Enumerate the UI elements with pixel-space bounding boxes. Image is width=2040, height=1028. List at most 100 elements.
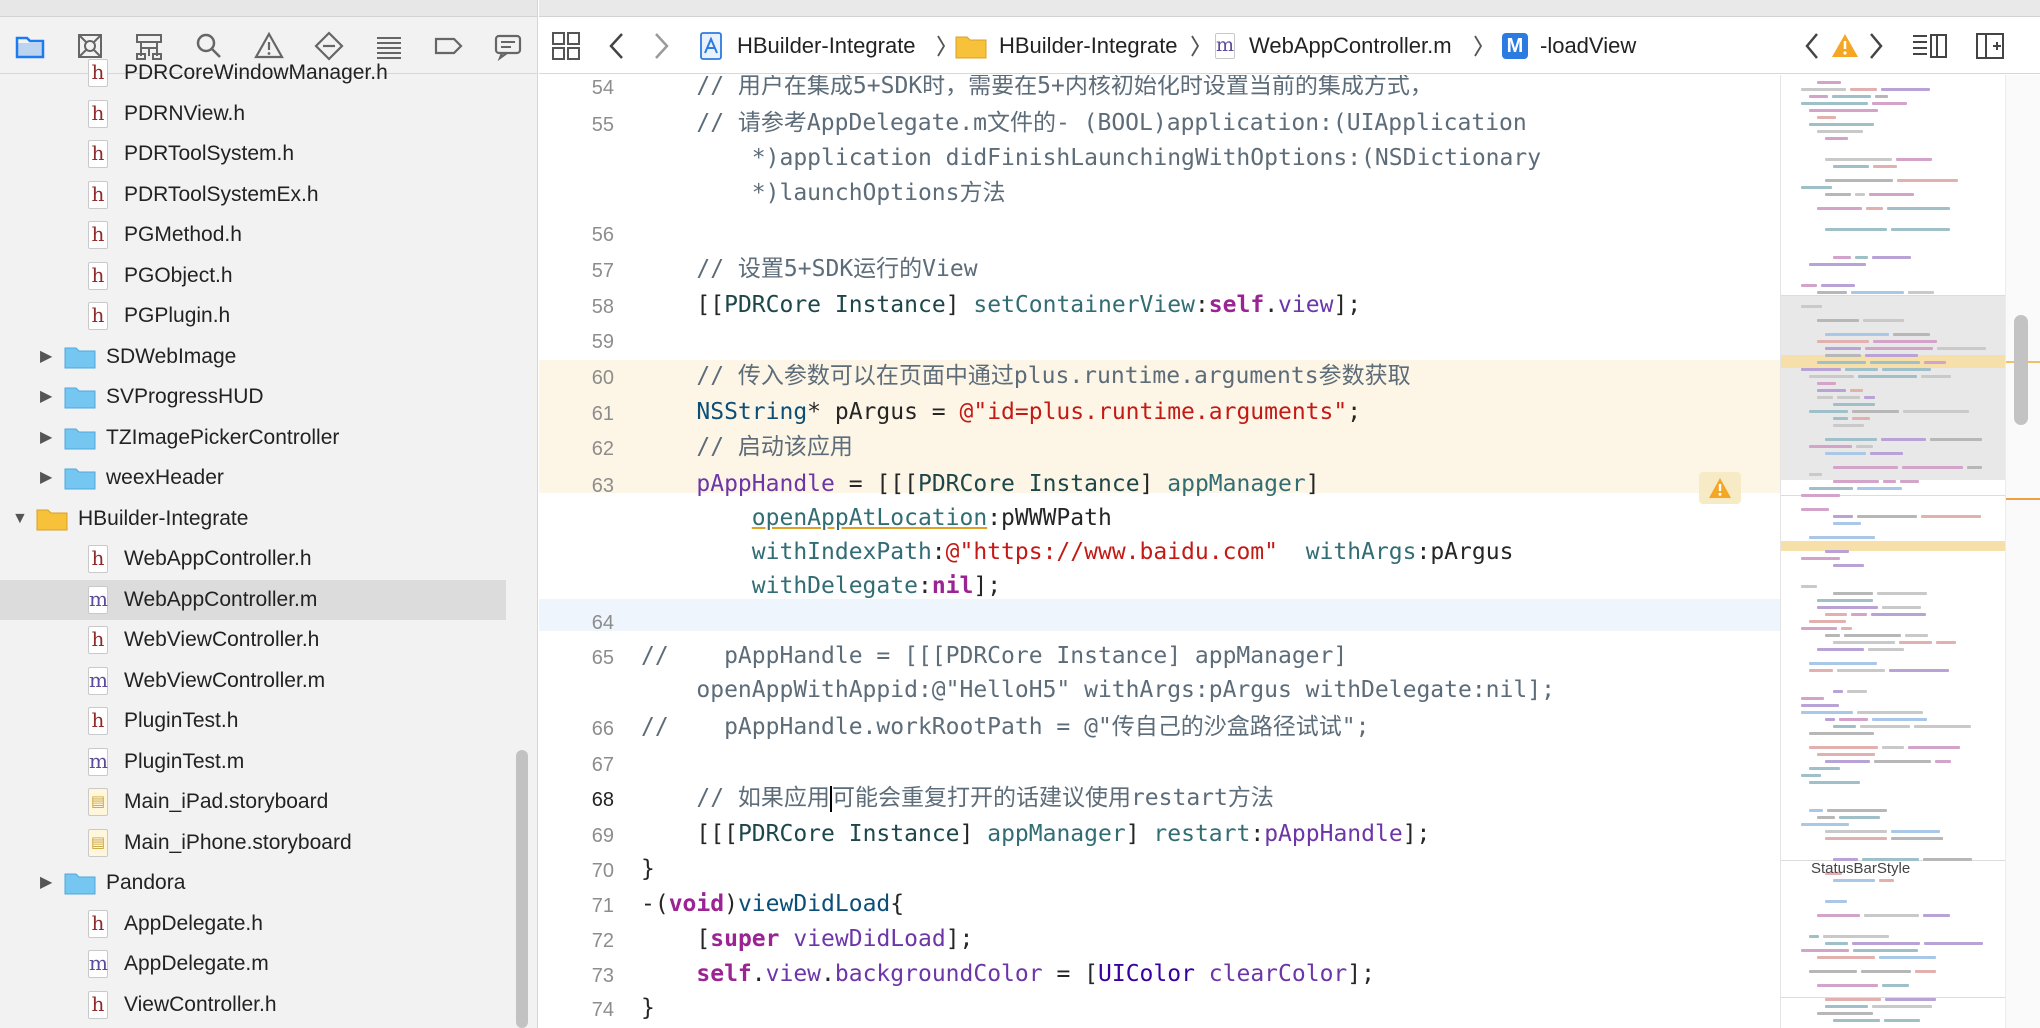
file-row[interactable]: h PGPlugin.h <box>0 296 506 336</box>
disclosure-down-icon[interactable]: ▼ <box>12 510 28 527</box>
disclosure-right-icon[interactable]: ▶ <box>40 875 56 891</box>
disclosure-right-icon[interactable]: ▶ <box>40 348 56 365</box>
file-row[interactable]: m WebViewController.m <box>0 661 506 701</box>
editor-scrollbar[interactable] <box>2005 75 2040 1028</box>
folder-row[interactable]: ▼ HBuilder-Integrate <box>0 499 506 539</box>
next-issue-chevron-icon[interactable] <box>1867 18 1885 74</box>
line-number: 57 <box>591 260 614 282</box>
file-row[interactable]: h PDRCoreWindowManager.h <box>0 53 506 93</box>
minimap-code-line <box>1891 228 1950 231</box>
window-top-edge <box>539 0 2040 17</box>
h-file-icon: h <box>88 707 108 735</box>
minimap-code-line <box>1817 816 1835 819</box>
code-line: // 传入参数可以在页面中通过plus.runtime.arguments参数获… <box>641 363 1411 389</box>
line-number: 66 <box>591 718 614 740</box>
folder-row[interactable]: ▶ TZImagePickerController <box>0 418 506 458</box>
line-number: 68 <box>591 789 614 811</box>
file-row[interactable]: h PDRToolSystem.h <box>0 134 506 174</box>
disclosure-right-icon[interactable]: ▶ <box>40 470 56 486</box>
prev-issue-chevron-icon[interactable] <box>1803 18 1821 74</box>
related-items-icon[interactable] <box>551 18 581 74</box>
minimap-code-line <box>1809 95 1828 98</box>
file-row[interactable]: h PDRToolSystemEx.h <box>0 175 506 215</box>
folder-icon <box>64 428 96 449</box>
minimap-code-line <box>1801 774 1821 777</box>
file-label: AppDelegate.h <box>124 911 263 935</box>
file-label: PGMethod.h <box>124 223 242 246</box>
line-number: 59 <box>591 331 614 353</box>
folder-row[interactable]: ▶ SDWebImage <box>0 337 506 377</box>
minimap-code-line <box>1825 830 1887 833</box>
breadcrumb-method-label: -loadView <box>1540 33 1637 58</box>
breadcrumb-method[interactable]: M -loadView <box>1502 18 1636 74</box>
minimap-code-line <box>1908 746 1960 749</box>
minimap-code-line <box>1930 438 1982 441</box>
minimap-code-line <box>1801 949 1849 952</box>
code-line: } <box>641 856 655 882</box>
folder-label: TZImagePickerController <box>106 425 340 449</box>
minimap-code-line <box>1833 725 1856 728</box>
minimap-code-line <box>1817 606 1878 609</box>
navigator-scrollbar[interactable] <box>516 750 528 1028</box>
file-row[interactable]: h PDRNView.h <box>0 94 506 134</box>
minimap-code-line <box>1837 669 1885 672</box>
file-row[interactable]: m PluginTest.m <box>0 742 506 782</box>
folder-row[interactable]: ▶ Pandora <box>0 863 506 903</box>
minimap-code-line <box>1825 354 1861 357</box>
file-row[interactable]: h ViewController.h <box>0 985 506 1025</box>
text-cursor <box>829 785 832 812</box>
file-row[interactable]: ▤ Main_iPhone.storyboard <box>0 823 506 863</box>
file-row[interactable]: ▤ Main_iPad.storyboard <box>0 782 506 822</box>
minimap-code-line <box>1839 718 1868 721</box>
minimap-code-line <box>1891 837 1943 840</box>
minimap-code-line <box>1833 256 1851 259</box>
minimap-code-line <box>1861 970 1911 973</box>
line-number: 65 <box>591 647 614 669</box>
h-file-icon: h <box>88 140 108 168</box>
disclosure-right-icon[interactable]: ▶ <box>40 429 56 446</box>
line-number: 71 <box>591 895 614 917</box>
folder-row[interactable]: ▶ weexHeader <box>0 458 506 498</box>
inline-warning-icon[interactable] <box>1699 472 1741 504</box>
minimap-code-line <box>1821 284 1855 287</box>
add-editor-icon[interactable] <box>1975 18 2005 74</box>
minimap-code-line <box>1871 613 1926 616</box>
minimap-code-line <box>1855 193 1865 196</box>
folder-row[interactable]: ▶ SVProgressHUD <box>0 377 506 417</box>
minimap-code-line <box>1809 473 1822 476</box>
code-line: NSString* pArgus = @"id=plus.runtime.arg… <box>696 399 1362 425</box>
forward-chevron-icon[interactable] <box>651 18 671 74</box>
file-label: PGPlugin.h <box>124 304 231 327</box>
issue-warning-icon[interactable] <box>1831 18 1859 74</box>
minimap-code-line <box>1817 914 1860 917</box>
minimap-code-line <box>1817 207 1862 210</box>
file-row[interactable]: h WebAppController.h <box>0 539 506 579</box>
back-chevron-icon[interactable] <box>607 18 627 74</box>
breadcrumb-project[interactable]: HBuilder-Integrate <box>699 18 916 74</box>
code-line: [[[PDRCore Instance] appManager] restart… <box>641 821 1431 847</box>
minimap-code-line <box>1809 263 1866 266</box>
app-project-icon <box>700 32 722 60</box>
scrollbar-thumb[interactable] <box>2014 315 2028 425</box>
minimap-code-line <box>1825 760 1870 763</box>
file-row[interactable]: m AppDelegate.m <box>0 944 506 984</box>
minimap-code-line <box>1801 186 1832 189</box>
folder-label: Pandora <box>106 871 186 894</box>
minimap-code-line <box>1801 305 1822 308</box>
file-row[interactable]: h PGObject.h <box>0 256 506 296</box>
file-row[interactable]: h WebViewController.h <box>0 620 506 660</box>
file-row[interactable]: h PluginTest.h <box>0 701 506 741</box>
storyboard-file-icon: ▤ <box>88 788 108 816</box>
breadcrumb-group[interactable]: HBuilder-Integrate <box>955 18 1178 74</box>
file-row[interactable]: h PGMethod.h <box>0 215 506 255</box>
editor-options-icon[interactable] <box>1911 18 1949 74</box>
minimap-code-line <box>1908 291 1934 294</box>
file-row[interactable]: m WebAppController.m <box>0 579 506 620</box>
disclosure-right-icon[interactable]: ▶ <box>40 389 56 405</box>
code-line: // 用户在集成5+SDK时，需要在5+内核初始化时设置当前的集成方式， <box>641 75 1433 99</box>
file-row[interactable]: h AppDelegate.h <box>0 904 506 944</box>
breadcrumb-file[interactable]: m WebAppController.m <box>1215 18 1452 74</box>
code-line: // pAppHandle = [[[PDRCore Instance] app… <box>641 643 1348 669</box>
minimap[interactable]: StatusBarStyle <box>1780 75 2005 1028</box>
code-editor[interactable]: 54 55 56 57 58 59 60 61 62 63 64 65 66 6… <box>539 75 1780 1028</box>
